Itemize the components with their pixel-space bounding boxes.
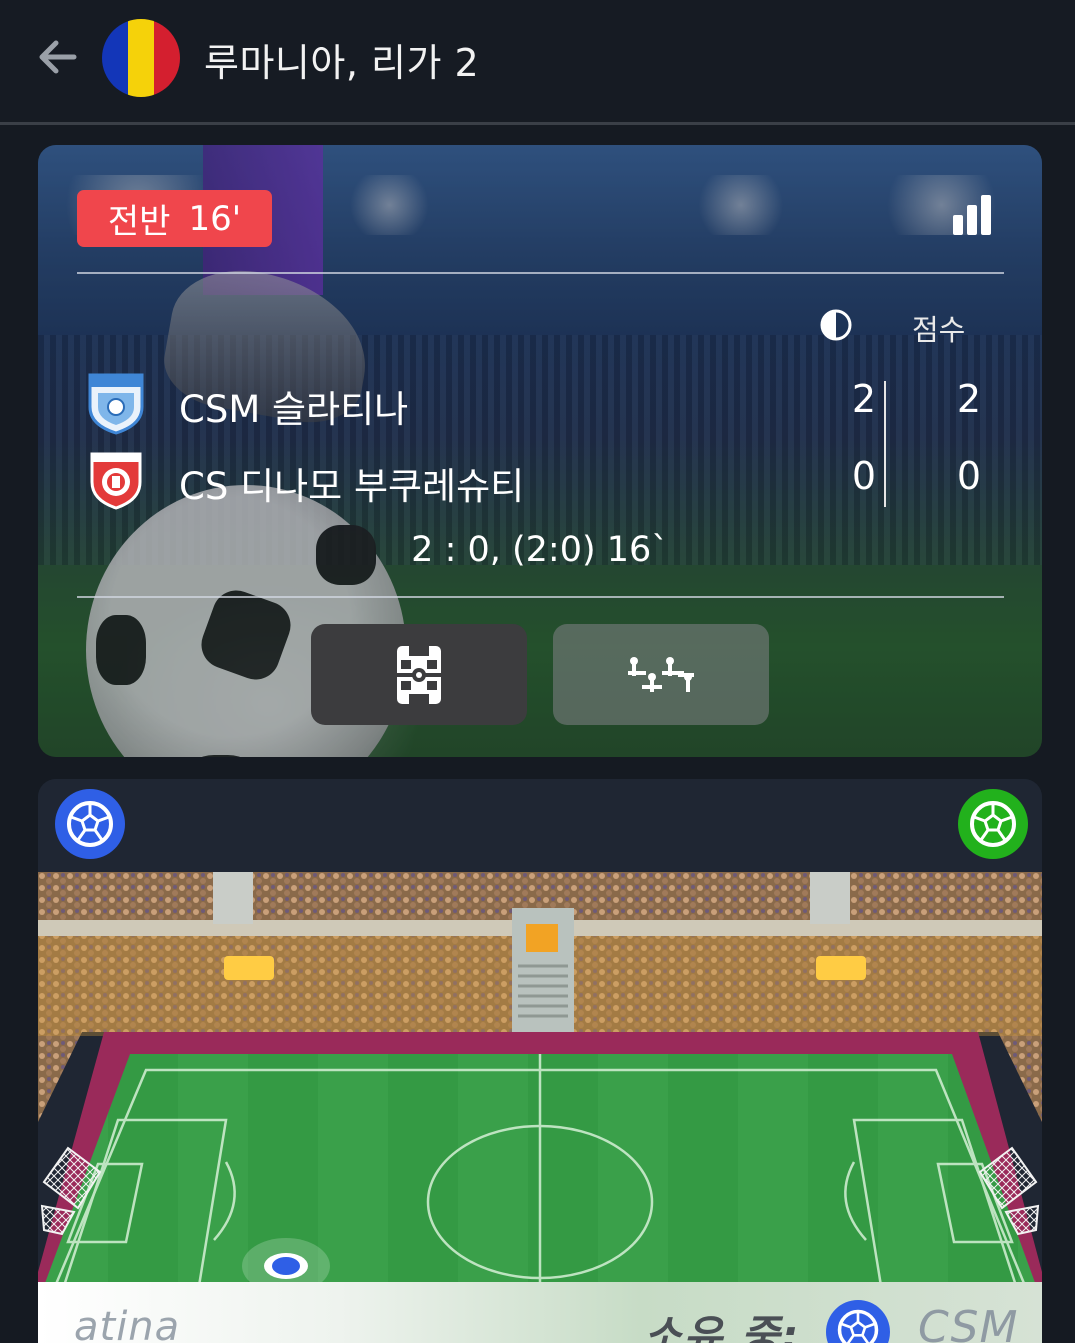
home-team-name: CSM 슬라티나 bbox=[179, 388, 409, 431]
match-period-badge: 전반 16' bbox=[77, 190, 272, 247]
csm-slatina-logo-icon bbox=[84, 371, 148, 435]
possession-team: CSM bbox=[918, 1302, 1019, 1343]
possession-label: 소유 중: bbox=[643, 1311, 801, 1343]
away-half-score: 0 bbox=[851, 454, 877, 498]
field-view-button[interactable] bbox=[311, 624, 527, 725]
match-summary: 2 : 0, (2:0) 16` bbox=[411, 530, 669, 570]
lineup-icon bbox=[628, 656, 694, 692]
top-bar: 루마니아, 리가 2 bbox=[0, 0, 1075, 125]
possession-ticker: atina 소유 중: CSM bbox=[38, 1282, 1042, 1343]
home-team-row: CSM 슬라티나 2 2 bbox=[84, 371, 984, 435]
stadium-field-graphic bbox=[38, 872, 1042, 1343]
away-team-button[interactable] bbox=[958, 789, 1028, 859]
home-score: 2 bbox=[956, 377, 982, 421]
scoreboard-card: 전반 16' 점수 CSM 슬라티나 2 2 CS 디나모 부쿠레슈티 0 0 … bbox=[38, 145, 1042, 757]
match-minute: 16' bbox=[188, 198, 242, 239]
soccer-ball-icon bbox=[826, 1300, 890, 1343]
home-team-button[interactable] bbox=[55, 789, 125, 859]
dinamo-bucuresti-logo-icon bbox=[84, 448, 148, 512]
field-icon bbox=[397, 645, 441, 704]
league-title: 루마니아, 리가 2 bbox=[204, 41, 480, 85]
soccer-ball-icon bbox=[67, 801, 113, 847]
period-label: 전반 bbox=[107, 202, 171, 242]
divider bbox=[77, 596, 1004, 598]
home-half-score: 2 bbox=[851, 377, 877, 421]
away-team-row: CS 디나모 부쿠레슈티 0 0 bbox=[84, 448, 984, 512]
back-arrow-icon[interactable] bbox=[34, 34, 80, 80]
pitch-header bbox=[38, 779, 1042, 872]
ticker-team-fragment: atina bbox=[74, 1304, 181, 1343]
romania-flag-icon bbox=[102, 19, 180, 97]
divider bbox=[77, 272, 1004, 274]
live-pitch-panel: atina 소유 중: CSM bbox=[38, 779, 1042, 1343]
stats-bars-icon[interactable] bbox=[952, 193, 994, 237]
lineup-view-button[interactable] bbox=[553, 624, 769, 725]
soccer-ball-icon bbox=[970, 801, 1016, 847]
half-circle-icon bbox=[819, 308, 853, 342]
away-team-name: CS 디나모 부쿠레슈티 bbox=[179, 465, 525, 508]
away-score: 0 bbox=[956, 454, 982, 498]
score-column-label: 점수 bbox=[912, 313, 966, 347]
